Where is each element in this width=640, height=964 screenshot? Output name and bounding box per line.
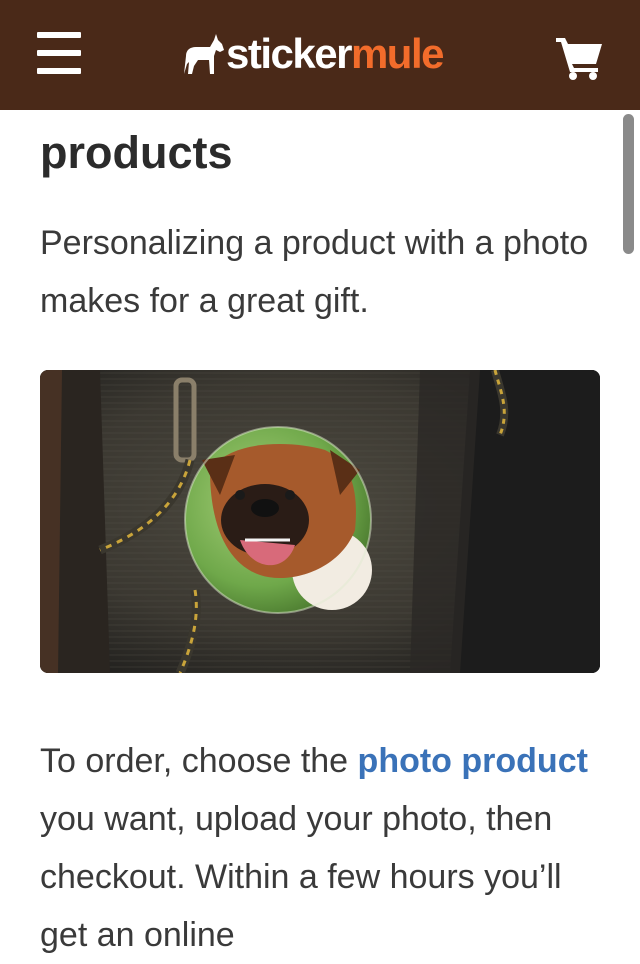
shopping-cart-icon[interactable] xyxy=(556,36,604,80)
page-scrollbar[interactable] xyxy=(623,114,634,254)
hamburger-menu-icon[interactable] xyxy=(37,32,81,74)
section-heading: products xyxy=(40,127,233,178)
sticker-mule-logo[interactable]: stickermule xyxy=(180,26,444,82)
intro-paragraph: Personalizing a product with a photo mak… xyxy=(40,224,589,320)
ordering-paragraph: To order, choose the photo product you w… xyxy=(40,742,588,954)
photo-product-link[interactable]: photo product xyxy=(358,742,588,780)
dog-photo-button-image xyxy=(40,370,600,673)
mule-logo-icon xyxy=(184,34,224,74)
top-navigation-bar: stickermule xyxy=(0,0,640,110)
logo-wordmark: stickermule xyxy=(226,30,444,77)
